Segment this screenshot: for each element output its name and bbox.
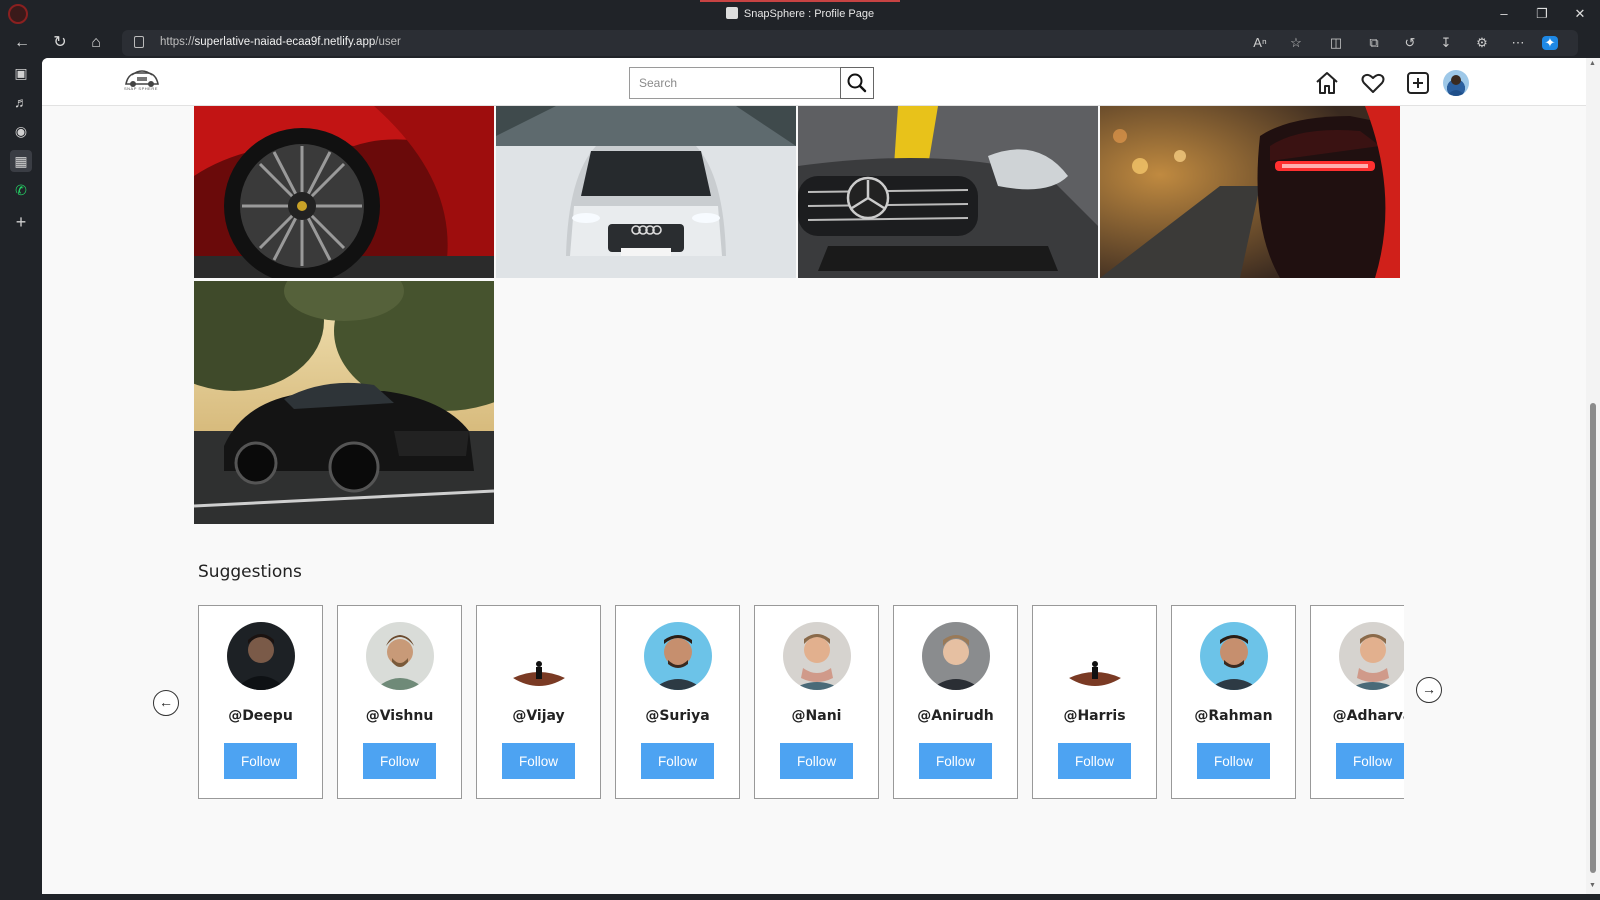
suggestion-card: @Anirudh Follow bbox=[893, 605, 1018, 799]
carousel-prev-button[interactable]: ← bbox=[153, 690, 179, 716]
download-icon[interactable]: ↧ bbox=[1438, 36, 1454, 50]
favorite-star-icon[interactable]: ☆ bbox=[1288, 36, 1304, 50]
avatar[interactable] bbox=[1200, 622, 1268, 690]
follow-button[interactable]: Follow bbox=[780, 743, 853, 779]
carousel-next-button[interactable]: → bbox=[1416, 677, 1442, 703]
home-browser-icon[interactable]: ⌂ bbox=[84, 32, 108, 54]
arrow-right-icon: → bbox=[1422, 681, 1436, 697]
logo-text: SNAP SPHERE bbox=[124, 86, 158, 91]
follow-button[interactable]: Follow bbox=[1197, 743, 1270, 779]
window-title: SnapSphere : Profile Page bbox=[0, 7, 1600, 20]
favicon-icon bbox=[725, 7, 738, 19]
photo-red-sports-car-wheel[interactable] bbox=[194, 106, 494, 278]
lock-icon bbox=[134, 36, 144, 48]
photo-black-mustang-at-sunset[interactable] bbox=[194, 281, 494, 524]
search-icon bbox=[847, 73, 867, 93]
address-bar[interactable]: https://superlative-naiad-ecaa9f.netlify… bbox=[122, 30, 1578, 56]
suggestion-card: @Harris Follow bbox=[1032, 605, 1157, 799]
suggestion-card: @Nani Follow bbox=[754, 605, 879, 799]
follow-button[interactable]: Follow bbox=[502, 743, 575, 779]
follow-button[interactable]: Follow bbox=[363, 743, 436, 779]
suggestions-title: Suggestions bbox=[198, 562, 302, 582]
url-scheme: https:// bbox=[160, 36, 195, 48]
add-app-icon[interactable]: + bbox=[10, 211, 32, 233]
collections-icon[interactable]: ⧉ bbox=[1366, 36, 1382, 50]
suggestion-handle[interactable]: @Deepu bbox=[199, 708, 322, 724]
scrollbar-thumb[interactable] bbox=[1590, 403, 1596, 873]
browser-toolbar: ← ↻ ⌂ https://superlative-naiad-ecaa9f.n… bbox=[0, 28, 1600, 58]
home-icon[interactable] bbox=[1314, 70, 1340, 96]
restore-icon[interactable]: ❐ bbox=[1524, 4, 1560, 24]
profile-avatar[interactable] bbox=[1443, 70, 1469, 96]
refresh-icon[interactable]: ↻ bbox=[48, 32, 72, 54]
search-button[interactable] bbox=[840, 67, 874, 99]
heart-icon[interactable] bbox=[1360, 70, 1386, 96]
read-aloud-icon[interactable]: Aⁿ bbox=[1252, 36, 1268, 50]
photo-grey-mercedes-front[interactable] bbox=[798, 106, 1098, 278]
page-scrollbar[interactable]: ▲ ▼ bbox=[1586, 58, 1600, 894]
suggestion-card: @Suriya Follow bbox=[615, 605, 740, 799]
avatar[interactable] bbox=[1061, 622, 1129, 690]
audio-icon[interactable]: ♬ bbox=[10, 91, 32, 113]
user-icon bbox=[1447, 75, 1465, 96]
suggestion-card: @Deepu Follow bbox=[198, 605, 323, 799]
avatar[interactable] bbox=[783, 622, 851, 690]
suggestion-handle[interactable]: @Adharva bbox=[1311, 708, 1404, 724]
photo-red-car-taillights[interactable] bbox=[1100, 106, 1400, 278]
suggestion-handle[interactable]: @Rahman bbox=[1172, 708, 1295, 724]
suggestion-handle[interactable]: @Vishnu bbox=[338, 708, 461, 724]
follow-button[interactable]: Follow bbox=[641, 743, 714, 779]
browser-title-bar: SnapSphere : Profile Page – ❐ ✕ bbox=[0, 0, 1600, 28]
avatar[interactable] bbox=[644, 622, 712, 690]
url-host: superlative-naiad-ecaa9f.netlify.app bbox=[194, 36, 376, 48]
suggestion-handle[interactable]: @Harris bbox=[1033, 708, 1156, 724]
follow-button[interactable]: Follow bbox=[1336, 743, 1404, 779]
suggestion-card: @Vijay Follow bbox=[476, 605, 601, 799]
arrow-left-icon: ← bbox=[159, 694, 173, 710]
history-icon[interactable]: ↺ bbox=[1402, 36, 1418, 50]
close-icon[interactable]: ✕ bbox=[1562, 4, 1598, 24]
avatar[interactable] bbox=[227, 622, 295, 690]
browser-sidebar: ▣ ♬ ◉ ▦ ✆ + bbox=[0, 58, 42, 900]
scroll-down-icon[interactable]: ▼ bbox=[1589, 882, 1596, 889]
site-app-icon[interactable]: ▦ bbox=[10, 150, 32, 172]
follow-button[interactable]: Follow bbox=[919, 743, 992, 779]
avatar[interactable] bbox=[1339, 622, 1404, 690]
search-input[interactable] bbox=[629, 67, 841, 99]
suggestion-handle[interactable]: @Nani bbox=[755, 708, 878, 724]
add-post-icon[interactable] bbox=[1405, 70, 1431, 96]
url-path: /user bbox=[375, 36, 401, 48]
whatsapp-icon[interactable]: ✆ bbox=[10, 179, 32, 201]
avatar[interactable] bbox=[922, 622, 990, 690]
url-text[interactable]: https://superlative-naiad-ecaa9f.netlify… bbox=[160, 36, 401, 48]
more-options-icon[interactable]: ⋯ bbox=[1510, 36, 1526, 50]
photo-white-audi-in-snow[interactable] bbox=[496, 106, 796, 278]
active-tab-indicator bbox=[700, 0, 900, 2]
follow-button[interactable]: Follow bbox=[1058, 743, 1131, 779]
suggestion-card: @Rahman Follow bbox=[1171, 605, 1296, 799]
split-screen-icon[interactable]: ◫ bbox=[1328, 36, 1344, 50]
avatar[interactable] bbox=[366, 622, 434, 690]
tab-title: SnapSphere : Profile Page bbox=[743, 8, 875, 20]
suggestion-handle[interactable]: @Vijay bbox=[477, 708, 600, 724]
suggestion-handle[interactable]: @Anirudh bbox=[894, 708, 1017, 724]
suggestion-handle[interactable]: @Suriya bbox=[616, 708, 739, 724]
copilot-icon[interactable]: ✦ bbox=[1542, 36, 1558, 50]
follow-button[interactable]: Follow bbox=[224, 743, 297, 779]
suggestion-card: @Vishnu Follow bbox=[337, 605, 462, 799]
page-viewport: SNAP SPHERE Search Suggestions ← → @Deep… bbox=[42, 58, 1586, 894]
back-icon[interactable]: ← bbox=[10, 32, 34, 54]
suggestions-carousel: @Deepu Follow @Vishnu Follow @Vijay Foll… bbox=[198, 605, 1404, 800]
suggestion-card: @Adharva Follow bbox=[1310, 605, 1404, 799]
site-header: SNAP SPHERE bbox=[42, 58, 1586, 106]
github-icon[interactable]: ◉ bbox=[10, 120, 32, 142]
extensions-icon[interactable]: ⚙ bbox=[1474, 36, 1490, 50]
minimize-icon[interactable]: – bbox=[1486, 4, 1522, 24]
scroll-up-icon[interactable]: ▲ bbox=[1589, 60, 1596, 67]
avatar[interactable] bbox=[505, 622, 573, 690]
tabs-icon[interactable]: ▣ bbox=[10, 62, 32, 84]
